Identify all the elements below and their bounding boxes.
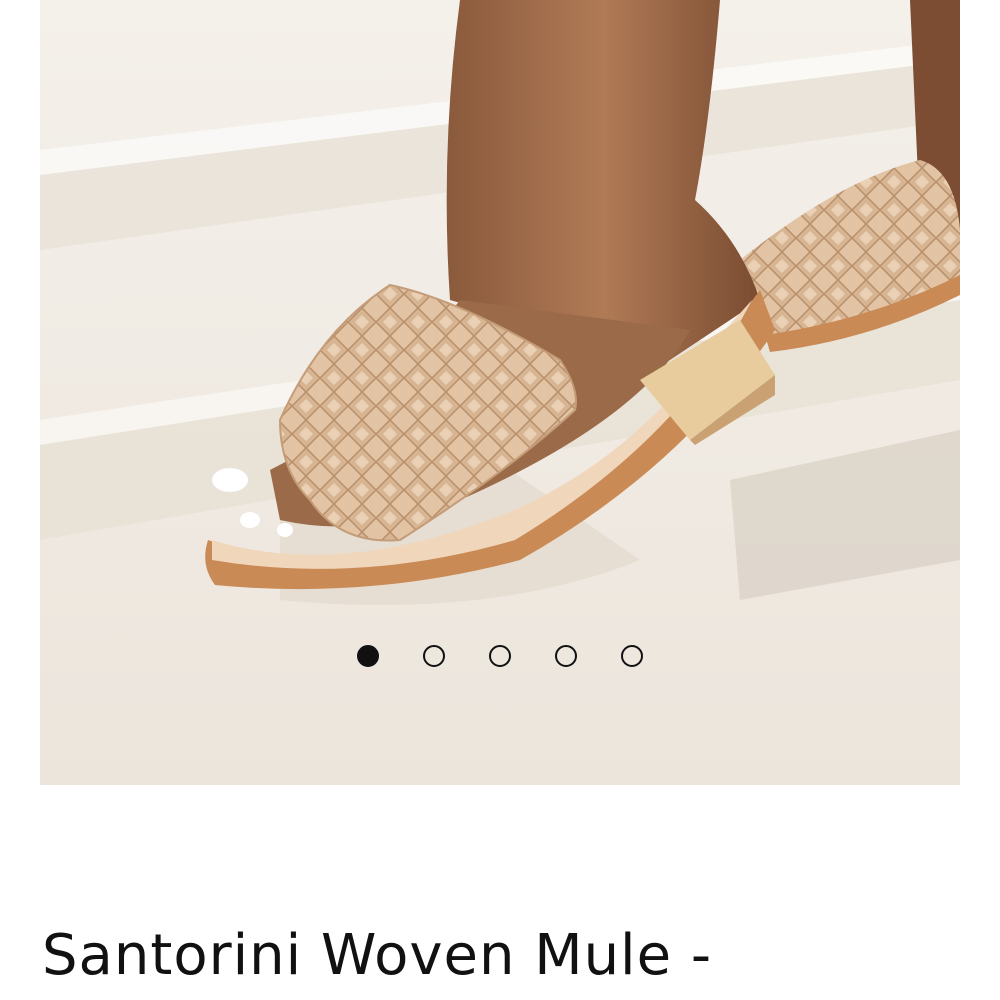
- carousel-dots: [0, 645, 1000, 675]
- carousel-dot-3[interactable]: [489, 645, 511, 667]
- carousel-dot-2[interactable]: [423, 645, 445, 667]
- product-page: Santorini Woven Mule -: [0, 0, 1000, 1000]
- carousel-dot-1[interactable]: [357, 645, 379, 667]
- carousel-dot-4[interactable]: [555, 645, 577, 667]
- carousel-dot-5[interactable]: [621, 645, 643, 667]
- product-title: Santorini Woven Mule -: [42, 923, 713, 988]
